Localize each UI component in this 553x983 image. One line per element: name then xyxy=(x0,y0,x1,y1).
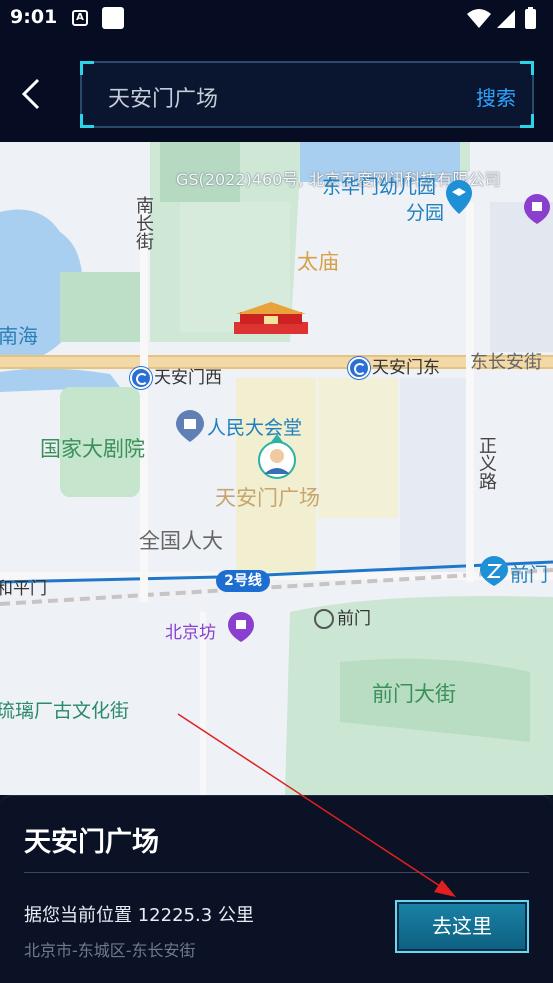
metro-icon xyxy=(130,367,152,389)
search-button[interactable]: 搜索 xyxy=(476,82,516,111)
shop-pin-icon[interactable] xyxy=(524,194,550,224)
culture-pin-icon[interactable] xyxy=(480,556,508,586)
signal-icon xyxy=(497,10,515,28)
place-title: 天安门广场 xyxy=(24,827,159,858)
place-distance: 据您当前位置 12225.3 公里 xyxy=(24,905,254,926)
status-icons xyxy=(467,7,536,29)
wifi-icon xyxy=(467,9,491,28)
shopping-pin-icon[interactable] xyxy=(228,612,254,642)
station-tiananmen-east-label: 天安门东 xyxy=(372,358,440,378)
a-notification-icon: A xyxy=(72,10,88,26)
station-tiananmen-west[interactable]: 天安门西 xyxy=(130,363,222,389)
label-kindergarten: 东华门幼儿园 xyxy=(322,176,437,198)
label-hepingmen: 和平门 xyxy=(0,579,47,599)
label-national-theatre: 国家大剧院 xyxy=(40,437,145,461)
landmark-pin-icon[interactable] xyxy=(176,410,204,442)
status-bar: 9:01 A xyxy=(0,0,553,38)
tiananmen-gate-icon[interactable] xyxy=(234,300,308,334)
place-info-panel: 天安门广场 据您当前位置 12225.3 公里 北京市-东城区-东长安街 去这里 xyxy=(0,795,553,983)
search-box[interactable]: 天安门广场 搜索 xyxy=(80,61,534,128)
metro-transfer-icon xyxy=(314,609,334,629)
label-qianmen-street: 前门大街 xyxy=(372,682,456,706)
go-here-button[interactable]: 去这里 xyxy=(395,900,529,953)
metro-icon xyxy=(348,357,370,379)
station-qianmen-label: 前门 xyxy=(337,609,371,629)
back-button[interactable] xyxy=(14,76,50,112)
station-tiananmen-east[interactable]: 天安门东 xyxy=(348,353,440,379)
label-nan-chang-jie: 南长街 xyxy=(133,196,154,250)
label-nan-hai: 南海 xyxy=(0,324,38,348)
station-tiananmen-west-label: 天安门西 xyxy=(154,368,222,388)
label-qianmen-east: 前门 xyxy=(510,564,549,586)
battery-icon xyxy=(525,9,536,29)
school-pin-icon[interactable] xyxy=(446,180,472,214)
label-zhengyi-road: 正义路 xyxy=(476,436,497,490)
label-beijingfang: 北京坊 xyxy=(165,623,216,643)
header: 天安门广场 搜索 xyxy=(0,38,553,142)
place-address: 北京市-东城区-东长安街 xyxy=(24,941,196,960)
search-input[interactable]: 天安门广场 xyxy=(108,81,218,113)
status-time: 9:01 xyxy=(10,6,58,28)
label-kindergarten-branch: 分园 xyxy=(406,202,445,224)
label-tai-miao: 太庙 xyxy=(297,250,339,274)
label-npc: 全国人大 xyxy=(139,529,223,553)
label-liulichang: 琉璃厂古文化街 xyxy=(0,700,130,722)
app-notification-icon xyxy=(102,7,124,29)
station-qianmen[interactable]: 前门 xyxy=(314,604,371,629)
user-location-icon[interactable] xyxy=(256,434,298,482)
line-2-badge: 2号线 xyxy=(216,570,270,592)
label-dong-chang-an: 东长安街 xyxy=(470,352,542,373)
map-view[interactable]: GS(2022)460号, 北京百度网讯科技有限公司 南长街 太庙 南海 东华门… xyxy=(0,142,553,795)
label-tiananmen-square: 天安门广场 xyxy=(215,486,320,510)
divider xyxy=(24,872,529,873)
chevron-left-icon xyxy=(21,78,40,110)
